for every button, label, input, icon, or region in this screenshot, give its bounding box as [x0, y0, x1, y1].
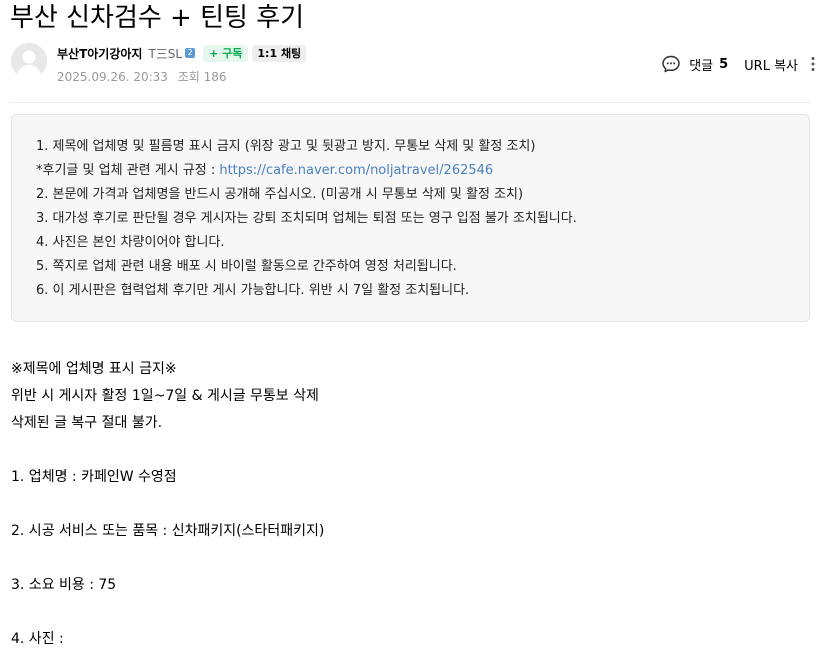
post-date: 2025.09.26. 20:33 — [57, 70, 168, 84]
notice-line: 1. 제목에 업체명 및 필름명 표시 금지 (위장 광고 및 뒷광고 방지. … — [36, 139, 536, 154]
subscribe-button[interactable]: + 구독 — [203, 44, 249, 62]
default-avatar-icon — [11, 43, 47, 79]
header-divider — [10, 102, 811, 103]
comment-count[interactable]: 5 — [719, 57, 728, 72]
avatar[interactable] — [11, 43, 47, 79]
warning-line: 위반 시 게시자 활정 1일~7일 & 게시글 무통보 삭제 — [11, 388, 319, 404]
notice-line: 4. 사진은 본인 차량이어야 합니다. — [36, 235, 225, 250]
view-count: 조회 186 — [177, 70, 227, 84]
post-page: 부산 신차검수 + 틴팅 후기 부산T아기강아지 T三SL 2 + 구독 1:1… — [0, 0, 834, 658]
post-body: ※제목에 업체명 표시 금지※ 위반 시 게시자 활정 1일~7일 & 게시글 … — [11, 356, 324, 653]
more-options-icon[interactable] — [810, 56, 816, 72]
author-row: 부산T아기강아지 T三SL 2 + 구독 1:1 채팅 — [57, 44, 307, 62]
rules-link[interactable]: https://cafe.naver.com/noljatravel/26254… — [219, 163, 493, 178]
comment-label[interactable]: 댓글 — [689, 55, 713, 74]
post-actions: 댓글 5 URL 복사 — [661, 54, 816, 74]
photo-item: 4. 사진 : — [11, 631, 64, 647]
notice-line: 6. 이 게시판은 협력업체 후기만 게시 가능합니다. 위반 시 7일 활정 … — [36, 283, 470, 298]
grade-badge-icon: 2 — [185, 48, 196, 58]
notice-box: 1. 제목에 업체명 및 필름명 표시 금지 (위장 광고 및 뒷광고 방지. … — [11, 114, 810, 322]
notice-list: 1. 제목에 업체명 및 필름명 표시 금지 (위장 광고 및 뒷광고 방지. … — [36, 135, 577, 303]
warning-title: ※제목에 업체명 표시 금지※ — [11, 361, 177, 377]
post-meta: 2025.09.26. 20:33 조회 186 — [57, 68, 227, 85]
cost-item: 3. 소요 비용 : 75 — [11, 577, 117, 593]
notice-line: *후기글 및 업체 관련 게시 규정 : https://cafe.naver.… — [36, 159, 577, 183]
warning-line: 삭제된 글 복구 절대 불가. — [11, 415, 163, 431]
notice-line: 2. 본문에 가격과 업체명을 반드시 공개해 주십시오. (미공개 시 무통보… — [36, 187, 524, 202]
service-item: 2. 시공 서비스 또는 품목 : 신차패키지(스타터패키지) — [11, 523, 325, 539]
url-copy-button[interactable]: URL 복사 — [744, 55, 798, 74]
comment-icon[interactable] — [661, 54, 681, 74]
post-title: 부산 신차검수 + 틴팅 후기 — [10, 3, 305, 33]
author-grade: T三SL — [148, 46, 183, 61]
chat-button[interactable]: 1:1 채팅 — [252, 44, 307, 62]
notice-line: 5. 쪽지로 업체 관련 내용 배포 시 바이럴 활동으로 간주하여 영정 처리… — [36, 259, 457, 274]
author-name[interactable]: 부산T아기강아지 — [57, 45, 142, 62]
business-name: 1. 업체명 : 카페인W 수영점 — [11, 469, 177, 485]
notice-line: 3. 대가성 후기로 판단될 경우 게시자는 강퇴 조치되며 업체는 퇴점 또는… — [36, 211, 577, 226]
notice-line-prefix: *후기글 및 업체 관련 게시 규정 : — [36, 163, 220, 178]
